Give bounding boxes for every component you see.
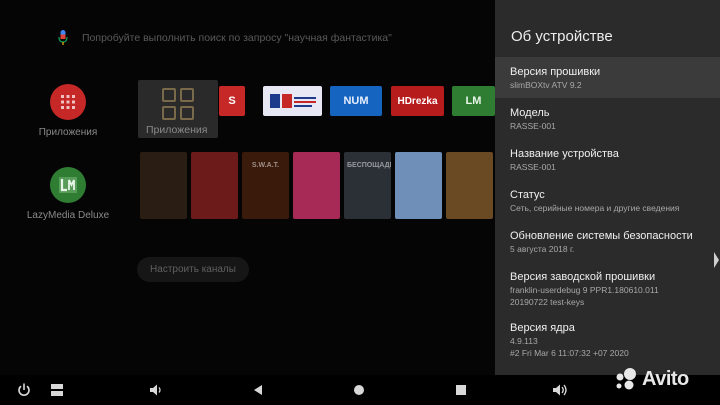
back-icon[interactable] xyxy=(250,382,266,398)
panel-title: Об устройстве xyxy=(511,28,613,45)
poster[interactable] xyxy=(140,152,187,219)
apps-grid-icon xyxy=(50,84,86,120)
poster[interactable] xyxy=(191,152,238,219)
setting-security-update[interactable]: Обновление системы безопасности 5 август… xyxy=(495,229,720,265)
avito-dots-icon xyxy=(616,368,636,390)
channel-tile-hdrezka[interactable]: HDrezka xyxy=(391,86,444,116)
tv-screen: Попробуйте выполнить поиск по запросу "н… xyxy=(0,0,720,405)
channel-tile-s[interactable]: S xyxy=(219,86,245,116)
about-device-panel: Об устройстве Версия прошивки slimBOXtv … xyxy=(495,0,720,375)
channel-tile-lazymedia[interactable]: LM xyxy=(452,86,495,116)
search-bar[interactable]: Попробуйте выполнить поиск по запросу "н… xyxy=(58,30,392,46)
scroll-arrow-icon xyxy=(714,252,719,268)
lazymedia-logo-icon xyxy=(50,167,86,203)
customize-channels-button[interactable]: Настроить каналы xyxy=(137,257,249,282)
poster[interactable] xyxy=(395,152,442,219)
poster[interactable]: S.W.A.T. xyxy=(242,152,289,219)
setting-model[interactable]: Модель RASSE-001 xyxy=(495,106,720,142)
sidebar-app-apps[interactable]: Приложения xyxy=(18,84,118,139)
volume-up-icon[interactable] xyxy=(552,382,568,398)
volume-down-icon[interactable] xyxy=(148,382,164,398)
sidebar-app-label: LazyMedia Deluxe xyxy=(26,210,110,221)
tv-logo-icon xyxy=(269,94,316,108)
navigation-bar xyxy=(0,375,720,405)
sidebar-app-lazymedia[interactable]: LazyMedia Deluxe xyxy=(18,167,118,222)
poster[interactable] xyxy=(293,152,340,219)
channel-tile-num[interactable]: NUM xyxy=(330,86,382,116)
power-icon[interactable] xyxy=(16,382,32,398)
sidebar-app-label: Приложения xyxy=(38,127,98,138)
apps-grid-icon xyxy=(162,88,194,120)
setting-device-name[interactable]: Название устройства RASSE-001 xyxy=(495,147,720,183)
apps-row-label: Приложения xyxy=(146,124,208,136)
overview-icon[interactable] xyxy=(453,382,469,398)
search-hint: Попробуйте выполнить поиск по запросу "н… xyxy=(82,32,392,44)
setting-status[interactable]: Статус Сеть, серийные номера и другие св… xyxy=(495,188,720,224)
mic-icon[interactable] xyxy=(58,30,68,46)
avito-watermark: Avito xyxy=(613,366,689,392)
setting-firmware-version[interactable]: Версия прошивки slimBOXtv ATV 9.2 xyxy=(495,57,720,98)
avito-label: Avito xyxy=(642,367,689,390)
channel-tile-tv[interactable] xyxy=(263,86,322,116)
poster-row: S.W.A.T. БЕСПОЩАДНЫЙ xyxy=(140,152,544,219)
recents-icon[interactable] xyxy=(49,382,65,398)
home-icon[interactable] xyxy=(351,382,367,398)
setting-kernel-version[interactable]: Версия ядра 4.9.113 #2 Fri Mar 6 11:07:3… xyxy=(495,321,720,367)
setting-factory-firmware[interactable]: Версия заводской прошивки franklin-userd… xyxy=(495,270,720,316)
poster[interactable]: БЕСПОЩАДНЫЙ xyxy=(344,152,391,219)
poster[interactable] xyxy=(446,152,493,219)
